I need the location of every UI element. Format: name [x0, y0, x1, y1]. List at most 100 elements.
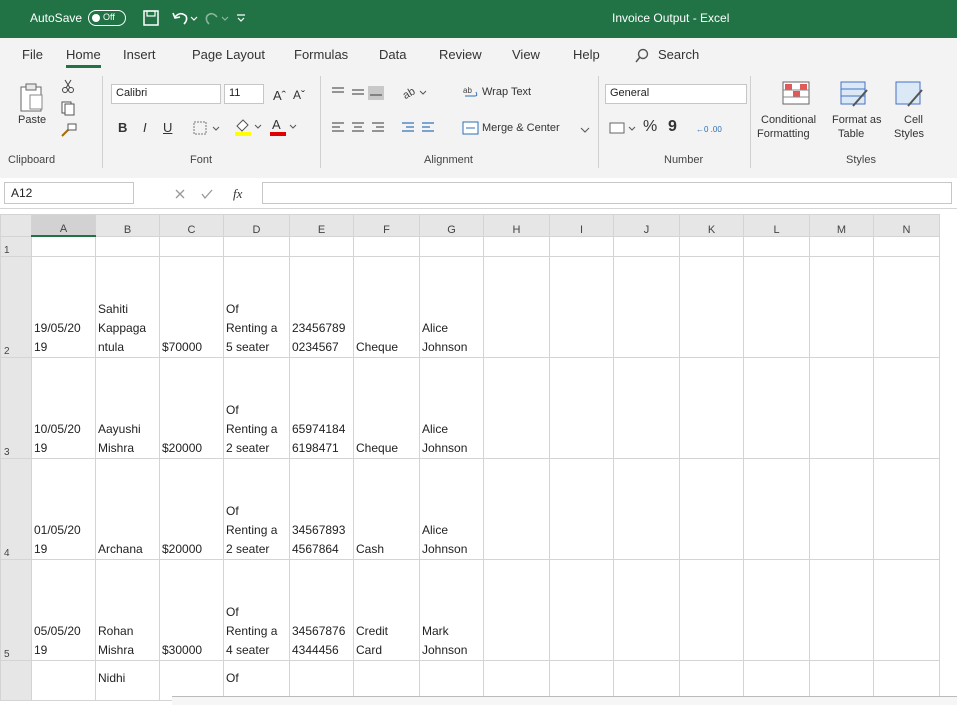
menu-review[interactable]: Review	[439, 47, 482, 62]
column-header[interactable]: B	[95, 214, 160, 237]
cell[interactable]: 05/05/20 19	[31, 558, 96, 661]
cell[interactable]: Of	[223, 659, 290, 701]
customize-toolbar-icon[interactable]	[235, 12, 247, 24]
font-color-icon[interactable]: A	[268, 116, 298, 136]
cell[interactable]	[613, 356, 680, 459]
cell[interactable]: Alice Johnson	[419, 255, 484, 358]
autosave-toggle[interactable]: Off	[88, 10, 126, 26]
cell[interactable]: Of Renting a 5 seater	[223, 255, 290, 358]
cell[interactable]	[31, 235, 96, 257]
cell[interactable]	[809, 235, 874, 257]
horizontal-align-icons[interactable]	[330, 120, 388, 136]
cell[interactable]	[743, 659, 810, 701]
cell[interactable]	[483, 356, 550, 459]
insert-function-button[interactable]: fx	[233, 186, 242, 202]
cell[interactable]	[873, 235, 940, 257]
cut-icon[interactable]	[60, 78, 76, 94]
cell[interactable]	[419, 235, 484, 257]
column-header[interactable]: I	[549, 214, 614, 237]
cell[interactable]: Aayushi Mishra	[95, 356, 160, 459]
cell[interactable]: Of Renting a 2 seater	[223, 356, 290, 459]
cell[interactable]	[31, 659, 96, 701]
menu-help[interactable]: Help	[573, 47, 600, 62]
cell[interactable]	[549, 457, 614, 560]
font-size-select[interactable]: 11	[224, 84, 264, 104]
menu-page-layout[interactable]: Page Layout	[192, 47, 265, 62]
cell[interactable]: Alice Johnson	[419, 457, 484, 560]
column-header[interactable]: F	[353, 214, 420, 237]
column-header[interactable]: L	[743, 214, 810, 237]
menu-file[interactable]: File	[22, 47, 43, 62]
row-header[interactable]: 3	[0, 356, 32, 459]
cell[interactable]: Rohan Mishra	[95, 558, 160, 661]
cell[interactable]: 01/05/20 19	[31, 457, 96, 560]
cell[interactable]	[549, 356, 614, 459]
search-icon[interactable]	[634, 48, 650, 64]
cell[interactable]: Credit Card	[353, 558, 420, 661]
cell[interactable]	[483, 457, 550, 560]
fill-color-icon[interactable]	[233, 116, 263, 136]
name-box[interactable]: A12	[4, 182, 134, 204]
cell[interactable]: 10/05/20 19	[31, 356, 96, 459]
cell[interactable]	[613, 659, 680, 701]
conditional-formatting-label-2[interactable]: Formatting	[757, 128, 810, 140]
format-as-table-label-1[interactable]: Format as	[832, 114, 882, 126]
search-box[interactable]: Search	[658, 47, 699, 62]
cell[interactable]: 19/05/20 19	[31, 255, 96, 358]
cell[interactable]	[483, 659, 550, 701]
underline-button[interactable]: U	[163, 120, 172, 135]
column-header[interactable]: A	[31, 214, 96, 237]
cell[interactable]	[483, 235, 550, 257]
comma-style-button[interactable]: 9	[668, 118, 677, 136]
cell-styles-label-2[interactable]: Styles	[894, 128, 924, 140]
cell[interactable]	[679, 659, 744, 701]
cell[interactable]	[809, 457, 874, 560]
format-as-table-label-2[interactable]: Table	[838, 128, 864, 140]
format-painter-icon[interactable]	[60, 122, 78, 138]
cell[interactable]: 34567876 4344456	[289, 558, 354, 661]
cell[interactable]	[743, 356, 810, 459]
redo-icon[interactable]	[203, 9, 229, 27]
cell[interactable]: 34567893 4567864	[289, 457, 354, 560]
cell[interactable]: Of Renting a 4 seater	[223, 558, 290, 661]
column-header[interactable]: D	[223, 214, 290, 237]
cell[interactable]	[743, 255, 810, 358]
orientation-icon[interactable]: ab	[400, 82, 428, 102]
cell[interactable]	[613, 235, 680, 257]
italic-button[interactable]: I	[143, 120, 147, 135]
cell[interactable]: Cash	[353, 457, 420, 560]
cell[interactable]	[483, 255, 550, 358]
cell-styles-label-1[interactable]: Cell	[904, 114, 923, 126]
save-icon[interactable]	[142, 9, 160, 27]
cell[interactable]: Mark Johnson	[419, 558, 484, 661]
column-header[interactable]: E	[289, 214, 354, 237]
number-format-select[interactable]: General	[605, 84, 747, 104]
row-header[interactable]: 4	[0, 457, 32, 560]
cell[interactable]	[613, 558, 680, 661]
wrap-text-button[interactable]: Wrap Text	[482, 86, 531, 98]
cell[interactable]	[223, 235, 290, 257]
cell[interactable]	[95, 235, 160, 257]
cell[interactable]: $20000	[159, 356, 224, 459]
format-as-table-icon[interactable]	[839, 80, 871, 108]
cell[interactable]: 65974184 6198471	[289, 356, 354, 459]
paste-label[interactable]: Paste	[18, 114, 46, 126]
cell[interactable]: Sahiti Kappaga ntula	[95, 255, 160, 358]
cell[interactable]: Cheque	[353, 356, 420, 459]
enter-icon[interactable]	[200, 188, 214, 200]
bold-button[interactable]: B	[118, 120, 127, 135]
cell[interactable]	[809, 255, 874, 358]
cell[interactable]: $30000	[159, 558, 224, 661]
merge-center-button[interactable]: Merge & Center	[482, 122, 560, 134]
menu-view[interactable]: View	[512, 47, 540, 62]
cell[interactable]	[419, 659, 484, 701]
cell[interactable]: $20000	[159, 457, 224, 560]
cancel-icon[interactable]	[174, 188, 186, 200]
row-header[interactable]: 2	[0, 255, 32, 358]
cell[interactable]	[809, 558, 874, 661]
increase-font-button[interactable]: Aˆ	[273, 88, 286, 103]
cell[interactable]	[289, 659, 354, 701]
cell[interactable]	[743, 235, 810, 257]
column-header[interactable]: H	[483, 214, 550, 237]
cell[interactable]	[873, 457, 940, 560]
